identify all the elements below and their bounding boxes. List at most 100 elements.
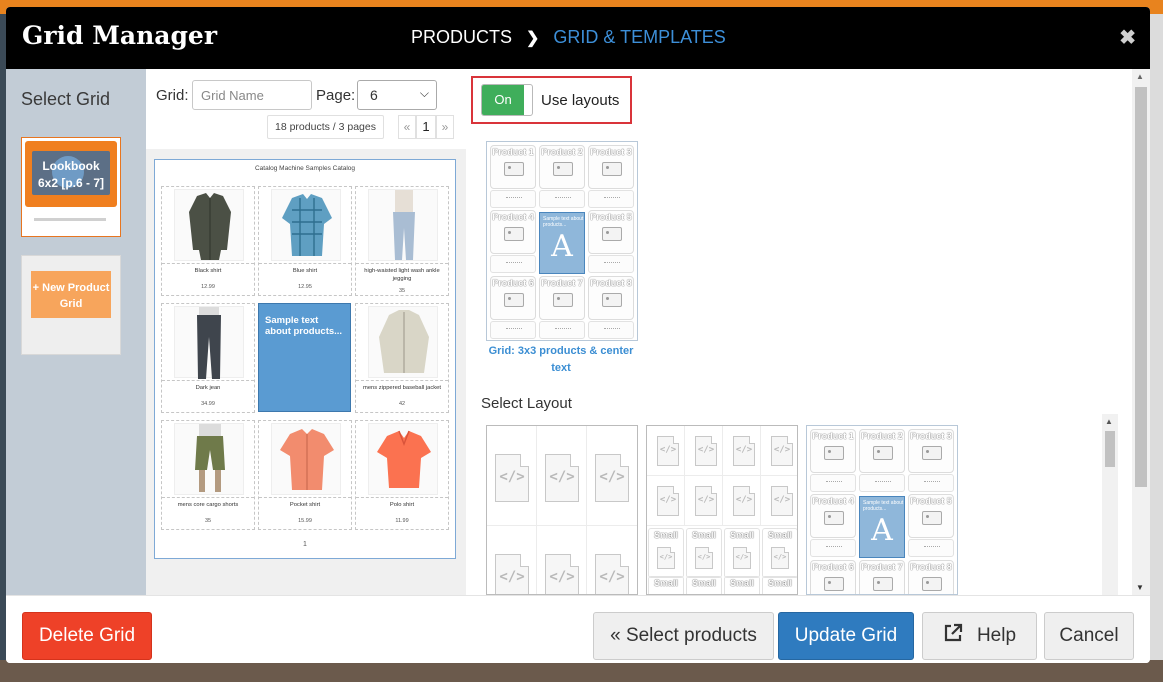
image-placeholder-icon xyxy=(553,162,573,176)
page-select[interactable]: 6 ⌵ xyxy=(357,80,437,110)
code-file-icon: </> xyxy=(733,436,755,466)
layouts-panel: On Use layouts Product 1 Product 2 Produ… xyxy=(466,69,1132,595)
grid-card-selected-bg: Lookbook 6x2 [p.6 - 7] xyxy=(25,141,117,207)
current-layout-caption: Grid: 3x3 products & center text xyxy=(488,345,634,374)
center-text-cell: Sample text about products... A xyxy=(859,496,905,558)
product-tile[interactable]: Pocket shirt 15.99 xyxy=(258,420,352,530)
use-layouts-label: Use layouts xyxy=(541,92,620,109)
pagination-prev[interactable]: « xyxy=(398,115,416,139)
grid-preview-panel: Grid: Page: 6 ⌵ 18 products / 3 pages « … xyxy=(146,69,466,595)
layout-cell: Product 2 xyxy=(539,145,585,189)
layout-option-3-col[interactable]: </> </> </> </> </> </> xyxy=(486,425,638,595)
shirt-image xyxy=(280,429,334,490)
scroll-down-arrow-icon[interactable]: ▼ xyxy=(1136,583,1144,592)
product-tile[interactable]: Dark jean 34.99 xyxy=(161,303,255,413)
image-placeholder-icon xyxy=(922,511,942,525)
grid-manager-modal: Grid Manager PRODUCTS ❯ GRID & TEMPLATES… xyxy=(6,7,1150,663)
image-placeholder-icon xyxy=(873,446,893,460)
text-a-icon: A xyxy=(551,229,573,264)
product-image xyxy=(271,189,341,261)
grid-card-label-line1: Lookbook xyxy=(42,159,100,173)
layout-cell: Product 8 xyxy=(588,276,634,320)
panel-scrollbar[interactable]: ▲ ▼ xyxy=(1132,69,1150,595)
image-placeholder-icon xyxy=(922,446,942,460)
scroll-up-arrow-icon[interactable]: ▲ xyxy=(1136,72,1144,81)
help-button[interactable]: Help xyxy=(922,612,1037,660)
image-placeholder-icon xyxy=(602,293,622,307)
product-tile[interactable]: Blue shirt 12.95 xyxy=(258,186,352,296)
grid-card-divider xyxy=(34,218,106,221)
product-image xyxy=(368,189,438,261)
layout-cell: Product 3 xyxy=(588,145,634,189)
grid-card-label: Lookbook 6x2 [p.6 - 7] xyxy=(32,158,110,192)
panel-scroll-thumb[interactable] xyxy=(1135,87,1147,487)
image-placeholder-icon xyxy=(922,577,942,591)
use-layouts-toggle[interactable]: On xyxy=(481,84,533,116)
shorts-image xyxy=(195,424,225,492)
breadcrumb-grid-templates: GRID & TEMPLATES xyxy=(553,27,726,47)
layout-option-4-col[interactable]: </> </> </> </> </> </> </> </> Small </>… xyxy=(646,425,798,595)
product-tile[interactable]: mens core cargo shorts 35 xyxy=(161,420,255,530)
image-placeholder-icon xyxy=(504,162,524,176)
layout-option-3x3-center-text[interactable]: Product 1 Product 2 Product 3 Product 4 … xyxy=(806,425,958,595)
select-products-button[interactable]: « Select products xyxy=(593,612,774,660)
product-tile[interactable]: Polo shirt 11.99 xyxy=(355,420,449,530)
grid-card-lookbook[interactable]: Lookbook 6x2 [p.6 - 7] xyxy=(21,137,121,237)
new-product-grid-button[interactable]: + New Product Grid xyxy=(31,271,111,318)
code-file-icon: </> xyxy=(595,454,629,502)
product-price: 35 xyxy=(398,288,406,294)
shirt-image xyxy=(282,194,332,256)
page-label: Page: xyxy=(316,87,356,104)
code-file-icon: </> xyxy=(695,547,713,569)
pagination-next[interactable]: » xyxy=(436,115,454,139)
product-image xyxy=(174,306,244,379)
grid-name-label: Grid: xyxy=(156,87,189,104)
grid-toolbar: Grid: Page: 6 ⌵ 18 products / 3 pages « … xyxy=(146,69,466,149)
delete-grid-button[interactable]: Delete Grid xyxy=(22,612,152,660)
select-layout-label: Select Layout xyxy=(481,395,572,412)
help-button-label: Help xyxy=(976,625,1017,646)
product-tile[interactable]: Black shirt 12.99 xyxy=(161,186,255,296)
code-file-icon: </> xyxy=(733,547,751,569)
sample-text-tile[interactable]: Sample text about products... xyxy=(258,303,351,412)
pagination-current[interactable]: 1 xyxy=(416,115,436,139)
current-layout-card[interactable]: Product 1 Product 2 Product 3 Product 4 … xyxy=(486,141,638,341)
product-tile[interactable]: high-waisted light wash ankle jegging 35 xyxy=(355,186,449,296)
layout-cell: Product 6 xyxy=(810,560,856,594)
product-price: 34.99 xyxy=(201,401,215,407)
image-placeholder-icon xyxy=(504,227,524,241)
layout-list-scrollbar[interactable]: ▲ xyxy=(1102,414,1118,595)
code-file-icon: </> xyxy=(495,454,529,502)
layout-cell: Product 5 xyxy=(588,210,634,254)
grid-name-input[interactable] xyxy=(192,80,312,110)
product-tile[interactable]: mens zippered baseball jacket 42 xyxy=(355,303,449,413)
page-select-value: 6 xyxy=(370,87,378,103)
layout-cell: Product 3 xyxy=(908,429,954,473)
product-name: Polo shirt xyxy=(389,502,415,508)
new-product-grid-card[interactable]: + New Product Grid xyxy=(21,255,121,355)
image-placeholder-icon xyxy=(824,511,844,525)
product-count-badge: 18 products / 3 pages xyxy=(267,115,384,139)
product-image xyxy=(368,306,438,378)
use-layouts-highlight: On Use layouts xyxy=(471,76,632,124)
code-file-icon: </> xyxy=(595,554,629,594)
image-placeholder-icon xyxy=(824,446,844,460)
text-a-icon: A xyxy=(871,513,893,548)
catalog-title: Catalog Machine Samples Catalog xyxy=(254,165,356,172)
breadcrumb-products[interactable]: PRODUCTS xyxy=(411,27,512,48)
layout-list-scroll-thumb[interactable] xyxy=(1105,431,1115,467)
code-file-icon: </> xyxy=(771,436,793,466)
code-file-icon: </> xyxy=(657,486,679,516)
background-app-bottom-edge xyxy=(0,660,1163,682)
scroll-up-arrow-icon[interactable]: ▲ xyxy=(1105,417,1113,426)
product-image xyxy=(174,189,244,261)
update-grid-button[interactable]: Update Grid xyxy=(778,612,914,660)
layout-cell: Product 1 xyxy=(810,429,856,473)
code-file-icon: </> xyxy=(545,554,579,594)
image-placeholder-icon xyxy=(824,577,844,591)
catalog-page-preview: Catalog Machine Samples Catalog Black sh… xyxy=(154,159,456,559)
product-name: mens zippered baseball jacket xyxy=(363,385,441,391)
cancel-button[interactable]: Cancel xyxy=(1044,612,1134,660)
jeans-image xyxy=(197,307,221,379)
close-icon[interactable]: ✖ xyxy=(1119,25,1136,50)
